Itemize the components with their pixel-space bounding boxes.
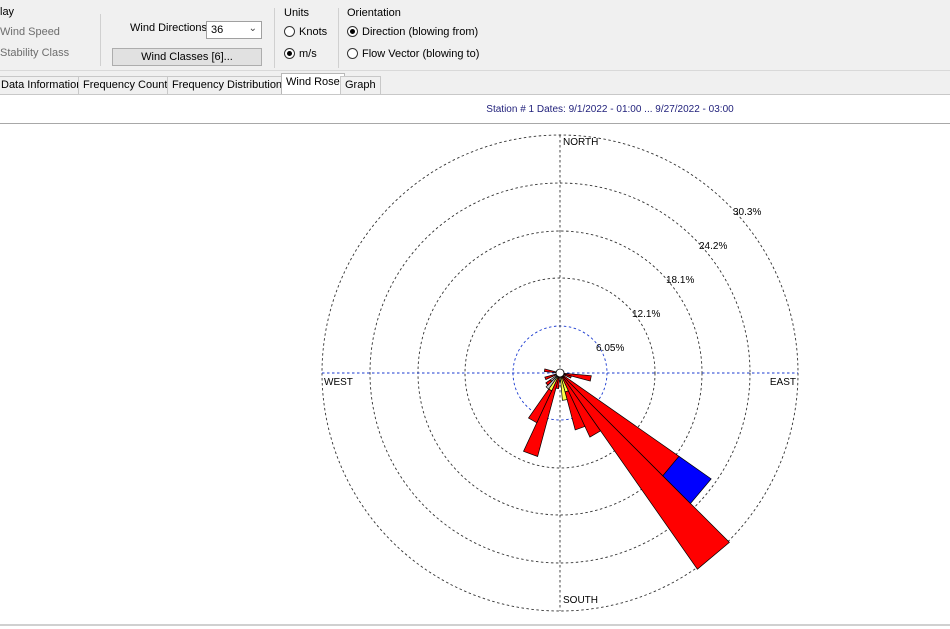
wind-speed-option[interactable]: Wind Speed bbox=[0, 26, 60, 38]
petal-140-seg-1 bbox=[559, 372, 730, 570]
settings-panel: lay Wind Speed Stability Class Wind Dire… bbox=[0, 4, 950, 71]
wind-directions-label: Wind Directions: bbox=[130, 22, 211, 34]
tab-data-information[interactable]: Data Information bbox=[0, 76, 88, 94]
divider bbox=[338, 8, 339, 68]
center-marker bbox=[555, 368, 565, 378]
direction-label: Direction (blowing from) bbox=[362, 26, 479, 38]
plot-bottom-border bbox=[0, 624, 950, 626]
ms-radio[interactable] bbox=[284, 48, 295, 59]
north-label: NORTH bbox=[563, 137, 598, 148]
tab-frequency-distribution[interactable]: Frequency Distribution bbox=[167, 76, 288, 94]
knots-radio[interactable] bbox=[284, 26, 295, 37]
wind-classes-button[interactable]: Wind Classes [6]... bbox=[112, 48, 262, 66]
ring-label-1: 6.05% bbox=[596, 343, 624, 354]
tab-bar: Data Information Frequency Count Frequen… bbox=[0, 73, 950, 95]
chevron-down-icon: ⌄ bbox=[248, 23, 257, 34]
ring-label-4: 24.2% bbox=[699, 241, 727, 252]
stability-class-option[interactable]: Stability Class bbox=[0, 47, 69, 59]
wind-directions-select[interactable]: 36 ⌄ bbox=[206, 21, 262, 39]
ring-label-2: 12.1% bbox=[632, 309, 660, 320]
east-label: EAST bbox=[770, 377, 796, 388]
west-label: WEST bbox=[324, 377, 353, 388]
flow-vector-radio[interactable] bbox=[347, 48, 358, 59]
wind-rose-view: Station # 1 Dates: 9/1/2022 - 01:00 ... … bbox=[0, 95, 950, 629]
wind-rose-chart: 6.05% 12.1% 18.1% 24.2% 30.3% NORTH SOUTH EAST W… bbox=[321, 134, 799, 612]
ring-label-5: 30.3% bbox=[733, 207, 761, 218]
direction-radio[interactable] bbox=[347, 26, 358, 37]
south-label: SOUTH bbox=[563, 595, 598, 606]
tab-wind-rose[interactable]: Wind Rose bbox=[281, 73, 345, 95]
ring-label-3: 18.1% bbox=[666, 275, 694, 286]
tab-frequency-count[interactable]: Frequency Count bbox=[78, 76, 173, 94]
divider bbox=[274, 8, 275, 68]
wind-directions-value: 36 bbox=[211, 24, 224, 36]
units-group-label: Units bbox=[284, 7, 310, 19]
orientation-group-label: Orientation bbox=[347, 7, 401, 19]
flow-vector-label: Flow Vector (blowing to) bbox=[362, 48, 480, 60]
display-group-label: lay bbox=[0, 6, 15, 18]
knots-label: Knots bbox=[299, 26, 328, 38]
ms-label: m/s bbox=[299, 48, 317, 60]
divider bbox=[100, 14, 101, 66]
tab-graph[interactable]: Graph bbox=[340, 76, 381, 94]
